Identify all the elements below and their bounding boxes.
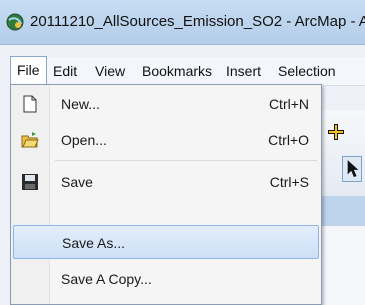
window-title: 20111210_AllSources_Emission_SO2 - ArcMa… (30, 13, 365, 30)
main-menubar: File Edit View Bookmarks Insert Selectio… (10, 56, 365, 86)
menu-item-save[interactable]: Save Ctrl+S (13, 165, 319, 199)
menu-item-shortcut: Ctrl+S (269, 174, 309, 190)
menu-item-new[interactable]: New... Ctrl+N (13, 87, 319, 121)
pointer-arrow-icon (347, 160, 359, 177)
menu-view-label: View (95, 63, 126, 79)
menu-item-label: Open... (61, 132, 107, 148)
new-document-icon (23, 95, 37, 113)
arcmap-globe-icon (6, 13, 24, 31)
save-disk-icon (22, 174, 38, 190)
menu-bookmarks[interactable]: Bookmarks (136, 57, 218, 85)
select-elements-button[interactable] (342, 156, 362, 182)
menu-separator (55, 160, 317, 161)
menu-insert[interactable]: Insert (220, 57, 267, 85)
toolbar-fragment (318, 110, 365, 210)
menu-bookmarks-label: Bookmarks (142, 63, 213, 79)
menu-item-label: New... (61, 96, 100, 112)
menu-item-shortcut: Ctrl+O (268, 132, 309, 148)
menu-item-label: Save As... (62, 235, 126, 251)
menu-item-shortcut: Ctrl+N (268, 96, 309, 112)
menu-item-label: Save A Copy... (61, 271, 152, 287)
menu-selection-label: Selection (278, 63, 336, 79)
menu-selection[interactable]: Selection (272, 57, 342, 85)
menu-file-label: File (17, 62, 40, 78)
menu-item-save-as[interactable]: Save As... (13, 225, 319, 259)
menu-item-open[interactable]: Open... Ctrl+O (13, 123, 319, 157)
menu-view[interactable]: View (89, 57, 131, 85)
menu-item-label: Save (61, 174, 93, 190)
menu-edit-label: Edit (53, 63, 78, 79)
menu-item-save-a-copy[interactable]: Save A Copy... (13, 262, 319, 296)
file-menu-dropdown: New... Ctrl+N Open... Ctrl+O Save Ctrl+S… (10, 84, 322, 305)
open-folder-icon (21, 132, 39, 148)
menu-file[interactable]: File (10, 56, 47, 85)
map-area-fragment (318, 226, 365, 305)
table-of-contents-header (318, 196, 365, 226)
add-data-icon[interactable] (326, 122, 346, 142)
menu-insert-label: Insert (226, 63, 262, 79)
menu-edit[interactable]: Edit (47, 57, 83, 85)
window-titlebar: 20111210_AllSources_Emission_SO2 - ArcMa… (0, 0, 365, 45)
